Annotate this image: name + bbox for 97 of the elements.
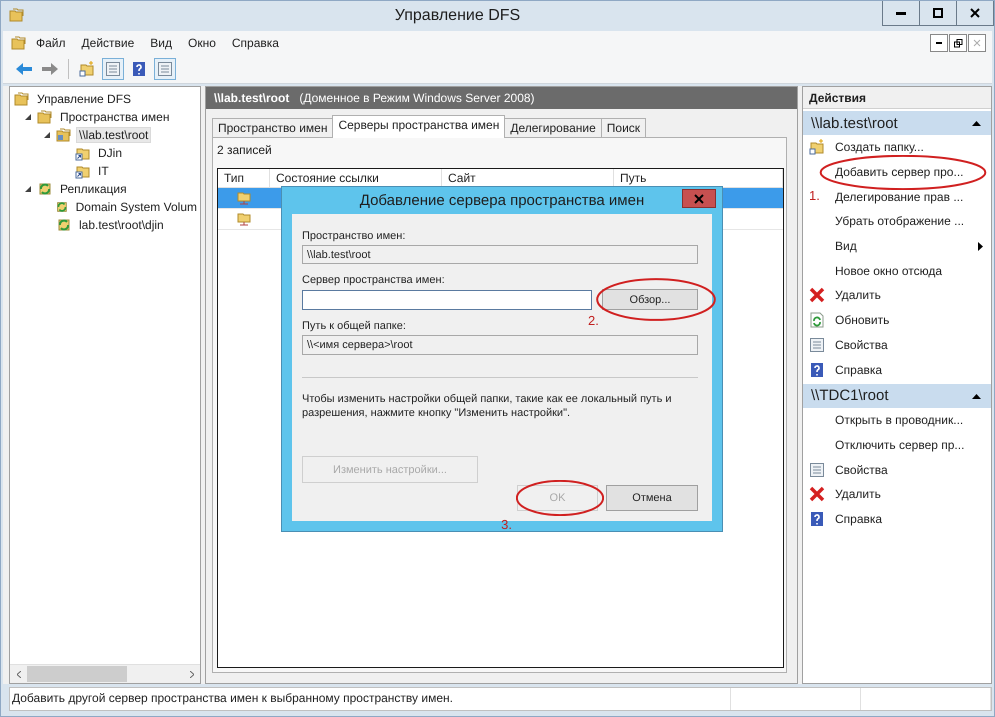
refresh-icon [809,312,825,328]
new-folder-icon [809,139,825,156]
replication-icon [54,199,69,215]
actions-section-header[interactable]: \\lab.test\root [803,111,991,135]
record-count: 2 записей [216,142,273,159]
properties-icon [809,336,825,353]
actions-section-header[interactable]: \\TDC1\root [803,384,991,408]
folders-icon [37,109,53,125]
delete-icon [809,287,825,304]
tree-item[interactable]: Управление DFS [34,91,134,107]
field-label: Сервер пространства имен: [302,274,445,286]
replication-icon [37,181,53,197]
action-item[interactable]: Открыть в проводник... [835,413,964,428]
folders-icon [11,35,27,51]
folders-icon [14,91,30,107]
properties-icon [809,462,825,478]
column-header[interactable]: Тип [218,169,270,187]
help-icon [809,510,825,527]
tab[interactable]: Поиск [600,118,646,138]
properties-icon [105,61,121,77]
new-folder-icon [79,61,95,77]
browse-button[interactable]: Обзор... [602,289,698,310]
collapse-arrow-icon[interactable] [972,120,981,126]
minimize-icon [896,12,906,14]
action-item[interactable]: Вид [835,239,857,254]
window-title: Управление DFS [394,7,522,25]
restore-icon [954,38,962,48]
tab[interactable]: Серверы пространства имен [332,115,506,138]
action-item[interactable]: Отключить сервер пр... [835,438,964,452]
action-pane-button[interactable] [154,58,176,80]
tree-item[interactable]: Пространства имен [57,109,172,125]
action-item[interactable]: Удалить [835,288,881,302]
server-folder-icon [236,190,252,206]
collapse-arrow-icon[interactable] [972,392,981,399]
expand-arrow-icon[interactable] [44,132,50,138]
dialog-note: Чтобы изменить настройки общей папки, такие как ее локальный путь и разрешения, нажмите кнопку "Изменить настройки". [302,392,673,420]
action-item[interactable]: Свойства [835,462,888,477]
tree-item[interactable]: Domain System Volum [72,199,200,215]
action-item[interactable]: Свойства [835,338,888,352]
back-arrow-icon [15,62,33,76]
help-icon [131,61,147,77]
namespace-path: \\lab.test\root [214,91,290,105]
maximize-icon [933,8,943,18]
action-item[interactable]: Новое окно отсюда [835,264,942,278]
folders-icon [9,6,25,22]
minimize-icon [936,42,942,44]
tree-item[interactable]: \\lab.test\root [76,127,152,143]
section-title: \\lab.test\root [811,114,898,132]
menu-item[interactable]: Вид [143,34,179,52]
menu-item[interactable]: Действие [74,34,142,52]
minimize-button[interactable] [930,34,948,52]
expand-arrow-icon[interactable] [24,114,32,120]
menu-item[interactable]: Справка [224,34,286,52]
server-input[interactable] [302,290,592,310]
close-icon [970,8,980,18]
expand-arrow-icon[interactable] [24,186,32,192]
field-label: Пространство имен: [302,230,406,242]
scroll-left-icon[interactable] [16,670,20,678]
tab[interactable]: Пространство имен [212,118,334,138]
action-item[interactable]: Обновить [835,313,890,328]
action-item[interactable]: Справка [835,362,882,377]
delete-icon [809,486,825,502]
help-icon [809,362,825,378]
action-item[interactable]: Убрать отображение ... [835,214,964,228]
action-item[interactable]: Создать папку... [835,140,924,154]
cancel-button[interactable]: Отмена [606,485,698,511]
replication-icon [56,217,72,233]
server-folder-icon [236,211,252,227]
share-path-field: \\<имя сервера>\root [302,335,698,355]
scroll-right-icon[interactable] [190,670,194,678]
namespace-field: \\lab.test\root [302,245,698,264]
properties-icon [157,61,173,77]
console-tree-button[interactable] [102,58,124,80]
close-icon [973,39,981,47]
field-label: Путь к общей папке: [302,320,406,332]
folders-icon [56,127,72,143]
tree-item[interactable]: DJin [95,145,126,161]
tree-item[interactable]: Репликация [57,181,130,197]
restore-button[interactable] [949,34,967,52]
action-item[interactable]: Делегирование прав ... [835,190,964,204]
annotation-number: 2. [588,313,599,328]
menu-item[interactable]: Окно [181,34,223,52]
horizontal-scrollbar[interactable] [10,664,200,683]
dialog-title: Добавление сервера пространства имен [360,192,644,209]
annotation-number: 1. [809,188,820,204]
menu-item[interactable]: Файл [29,34,73,52]
forward-arrow-icon [41,62,59,76]
close-icon [694,194,704,204]
tree-item[interactable]: lab.test\root\djin [76,217,167,233]
namespace-mode: (Доменное в Режим Windows Server 2008) [299,91,535,105]
section-title: \\TDC1\root [811,387,889,404]
action-item[interactable]: Удалить [835,487,881,502]
tree-item[interactable]: IT [95,163,112,179]
status-text: Добавить другой сервер пространства имен к выбранному пространству имен. [10,688,731,710]
action-item[interactable]: Справка [835,512,882,526]
actions-header: Действия [803,87,991,109]
annotation-number: 3. [501,517,512,532]
